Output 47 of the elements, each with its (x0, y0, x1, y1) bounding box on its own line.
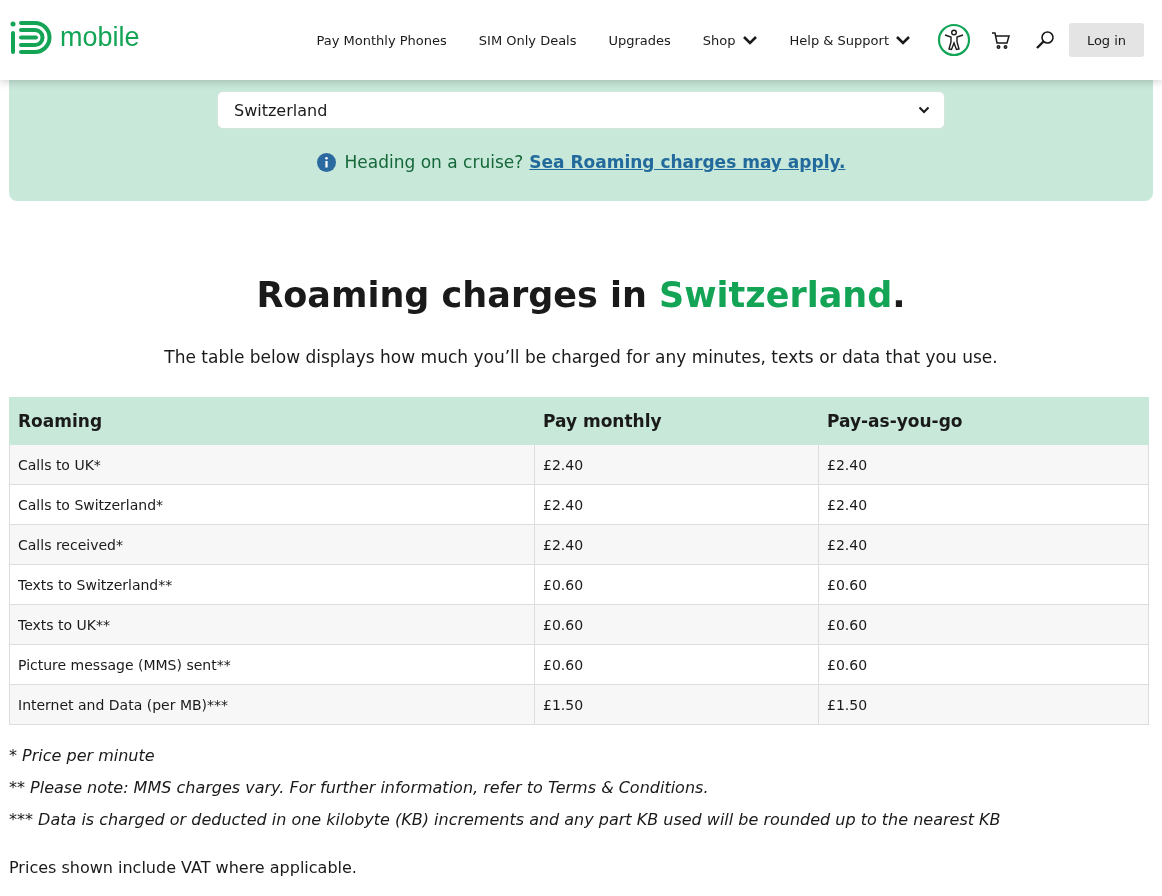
info-icon (316, 152, 336, 172)
table-cell: £2.40 (534, 484, 819, 525)
nav-link[interactable]: Pay Monthly Phones (316, 32, 447, 48)
intro-text: The table below displays how much you’ll be charged for any minutes, texts or data that you use. (163, 347, 999, 367)
table-cell: £0.60 (534, 604, 819, 645)
nav-link[interactable]: SIM Only Deals (478, 32, 577, 48)
chevron-down-icon (918, 106, 930, 114)
table-cell: Picture message (MMS) sent** (9, 644, 535, 685)
table-cell: Calls to UK* (9, 444, 535, 485)
column-header: Pay-as-you-go (818, 397, 1149, 445)
nav-link[interactable]: Upgrades (608, 32, 671, 48)
nav-link[interactable]: Help & Support (789, 32, 911, 48)
chevron-down-icon (741, 35, 758, 45)
nav-link[interactable]: Shop (702, 32, 758, 48)
footnote: ** Please note: MMS charges vary. For further information, refer to Terms & Conditions. (9, 777, 710, 798)
search-icon[interactable] (1035, 30, 1055, 50)
table-cell: £1.50 (534, 684, 819, 725)
column-header: Roaming (9, 397, 535, 445)
table-cell: £2.40 (818, 484, 1149, 525)
table-cell: £2.40 (818, 524, 1149, 565)
notice-text: Heading on a cruise? (344, 152, 524, 172)
table-cell: Texts to UK** (9, 604, 535, 645)
table-cell: £0.60 (818, 644, 1149, 685)
accessibility-icon[interactable] (937, 23, 971, 57)
table-cell: £1.50 (818, 684, 1149, 725)
footnote: * Price per minute (9, 745, 156, 766)
table-cell: £0.60 (534, 644, 819, 685)
sea-roaming-link[interactable]: Sea Roaming charges may apply. (529, 152, 846, 172)
login-button[interactable]: Log in (1069, 23, 1144, 57)
table-cell: Internet and Data (per MB)*** (9, 684, 535, 725)
vat-note: Prices shown include VAT where applicable. (9, 858, 358, 877)
table-cell: £2.40 (534, 524, 819, 565)
page-heading: Roaming charges in Switzerland. (255, 274, 907, 317)
table-cell: Calls received* (9, 524, 535, 565)
column-header: Pay monthly (534, 397, 819, 445)
logo-icon[interactable] (8, 19, 54, 55)
table-cell: £2.40 (534, 444, 819, 485)
chevron-down-icon (895, 35, 911, 45)
table-cell: Calls to Switzerland* (9, 484, 535, 525)
table-cell: £0.60 (534, 564, 819, 605)
table-cell: £0.60 (818, 604, 1149, 645)
table-cell: £2.40 (818, 444, 1149, 485)
cart-icon[interactable] (991, 30, 1011, 50)
table-cell: £0.60 (818, 564, 1149, 605)
country-select[interactable]: Switzerland (217, 91, 945, 129)
table-cell: Texts to Switzerland** (9, 564, 535, 605)
footnote: *** Data is charged or deducted in one kilobyte (KB) increments and any part KB used will be rounded up to the nearest KB (9, 809, 1002, 830)
